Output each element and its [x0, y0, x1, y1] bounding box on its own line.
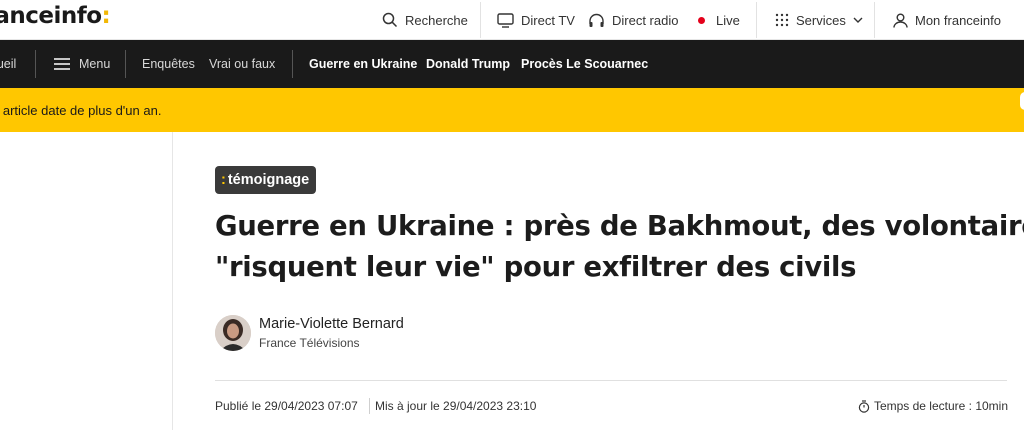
tv-icon [497, 12, 514, 28]
main-nav: Accueil Menu Enquêtes Vrai ou faux Guerr… [0, 40, 1024, 88]
old-article-warning: Cet article date de plus d'un an. [0, 88, 1024, 132]
published-date: Publié le 29/04/2023 07:07 [215, 399, 358, 413]
nav-trending-scouarnec[interactable]: Procès Le Scouarnec [521, 40, 648, 88]
hamburger-icon [54, 58, 70, 70]
live-dot-icon [698, 16, 705, 24]
services-dropdown[interactable]: Services [775, 0, 863, 40]
direct-radio-link[interactable]: Direct radio [588, 0, 678, 40]
grid-dots-icon [775, 13, 789, 27]
headphones-icon [588, 13, 605, 28]
live-link[interactable]: Live [698, 0, 740, 40]
nav-item-vrai-ou-faux[interactable]: Vrai ou faux [209, 40, 275, 88]
nav-item-enquetes[interactable]: Enquêtes [142, 40, 195, 88]
menu-button[interactable]: Menu [54, 40, 110, 88]
nav-trending-trump[interactable]: Donald Trump [426, 40, 510, 88]
reading-time: Temps de lecture : 10min [858, 399, 1008, 413]
stopwatch-icon [858, 399, 870, 413]
meta-divider [215, 380, 1007, 381]
header-divider [874, 2, 875, 38]
sidebar-divider [172, 132, 173, 430]
header-divider [480, 2, 481, 38]
author-organization: France Télévisions [259, 336, 360, 350]
franceinfo-logo[interactable]: franceinfo: [0, 3, 111, 29]
nav-divider [35, 50, 36, 78]
updated-date: Mis à jour le 29/04/2023 23:10 [375, 399, 537, 413]
warning-text: Cet article date de plus d'un an. [0, 102, 162, 118]
author-avatar [215, 315, 251, 351]
author-block[interactable]: Marie-Violette Bernard France Télévision… [215, 315, 404, 351]
account-link[interactable]: Mon franceinfo [893, 0, 1001, 40]
header-divider [756, 2, 757, 38]
nav-divider [292, 50, 293, 78]
meta-separator [369, 398, 370, 414]
article-category-tag[interactable]: : témoignage [215, 166, 317, 194]
search-icon [382, 12, 398, 28]
search-button[interactable]: Recherche [382, 0, 468, 40]
chevron-down-icon [853, 17, 863, 24]
nav-home-link[interactable]: Accueil [0, 40, 16, 88]
warning-edge-handle [1020, 92, 1024, 110]
author-name[interactable]: Marie-Violette Bernard [259, 316, 404, 332]
article-title: Guerre en Ukraine : près de Bakhmout, de… [215, 210, 1024, 283]
top-header: franceinfo: Recherche Direct TV Direct r… [0, 0, 1024, 40]
direct-tv-link[interactable]: Direct TV [497, 0, 575, 40]
user-icon [893, 13, 908, 28]
nav-trending-ukraine[interactable]: Guerre en Ukraine [309, 40, 417, 88]
nav-divider [125, 50, 126, 78]
